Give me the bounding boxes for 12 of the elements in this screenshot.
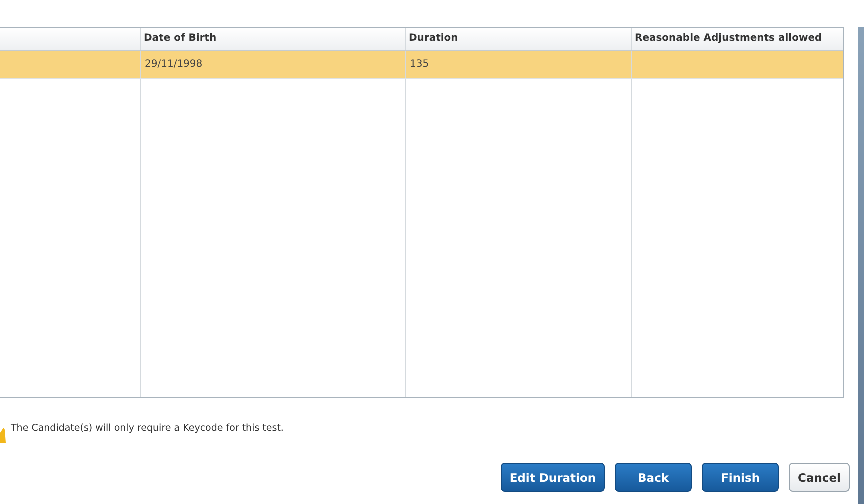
column-header[interactable]: Date of Birth bbox=[141, 28, 405, 49]
column-header[interactable]: Reasonable Adjustments allowed bbox=[632, 28, 843, 49]
table-cell-text: 135 bbox=[409, 58, 430, 72]
cancel-button[interactable]: Cancel bbox=[789, 463, 850, 492]
action-button[interactable]: Finish bbox=[702, 463, 780, 492]
action-button[interactable]: Edit Duration bbox=[500, 463, 606, 492]
warning-icon bbox=[0, 427, 6, 443]
action-button[interactable]: Back bbox=[615, 463, 692, 492]
table-cell-text: 29/11/1998 bbox=[144, 58, 204, 72]
info-message: The Candidate(s) will only require a Keycode for this test. bbox=[11, 422, 284, 434]
column-header[interactable]: Duration bbox=[406, 28, 631, 49]
table-row[interactable]: 29/11/1998 135 bbox=[0, 51, 843, 79]
